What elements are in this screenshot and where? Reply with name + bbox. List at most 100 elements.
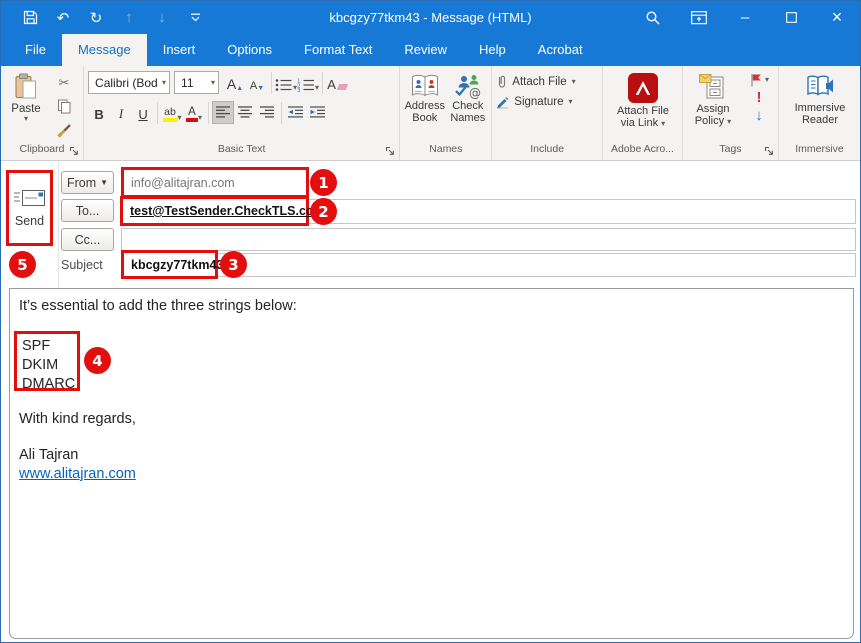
chevron-down-icon: ▾ [727, 117, 731, 126]
bold-icon: B [94, 107, 103, 122]
numbering-icon: 123 [297, 78, 315, 92]
window-title: kbcgzy77tkm43 - Message (HTML) [329, 10, 531, 25]
chevron-down-icon: ▾ [198, 114, 202, 122]
highlight-icon: ab [163, 107, 178, 122]
underline-button[interactable]: U [132, 101, 154, 124]
basic-text-group-label: Basic Text [84, 143, 399, 160]
check-names-button[interactable]: @ Check Names [447, 70, 488, 143]
tags-dialog-launcher[interactable] [764, 146, 775, 157]
bold-button[interactable]: B [88, 101, 110, 124]
tab-file[interactable]: File [9, 34, 62, 66]
immersive-reader-button[interactable]: Immersive Reader [785, 70, 855, 143]
customize-qat-button[interactable] [186, 7, 204, 29]
follow-up-flag-button[interactable]: ▾ [749, 73, 769, 87]
high-importance-button[interactable]: ! [756, 91, 761, 105]
tab-message[interactable]: Message [62, 34, 147, 66]
text-highlight-button[interactable]: ab ▾ [161, 101, 183, 124]
clipboard-group: Paste ▾ ✂ [1, 66, 84, 160]
cc-field[interactable] [121, 228, 856, 251]
attach-file-label: Attach File [512, 76, 566, 88]
svg-text:3: 3 [297, 88, 301, 92]
annotation-badge-1: 1 [310, 169, 337, 196]
to-button[interactable]: To... [61, 199, 114, 222]
paste-button[interactable]: Paste ▾ [5, 70, 47, 143]
save-button[interactable] [21, 7, 39, 29]
clear-formatting-button[interactable]: A [326, 71, 348, 94]
align-center-button[interactable] [234, 101, 256, 124]
message-body[interactable]: It’s essential to add the three strings … [9, 288, 854, 639]
tab-insert[interactable]: Insert [147, 34, 212, 66]
acrobat-icon [628, 73, 658, 103]
assign-policy-button[interactable]: Assign Policy ▾ [687, 70, 739, 143]
names-group-label: Names [400, 143, 491, 160]
basic-text-group: Calibri (Bod ▾ 11 ▾ A ▲ A ▼ [84, 66, 400, 160]
decrease-indent-icon [288, 106, 304, 118]
shrink-font-icon: A [250, 80, 257, 92]
signature-link[interactable]: www.alitajran.com [19, 466, 136, 482]
close-button[interactable]: × [814, 1, 860, 34]
decrease-indent-button[interactable] [285, 101, 307, 124]
search-button[interactable] [630, 1, 676, 34]
italic-icon: I [119, 106, 123, 122]
chevron-down-icon: ▾ [207, 79, 215, 87]
cut-button[interactable]: ✂ [51, 72, 77, 93]
from-field[interactable]: info@alitajran.com [121, 167, 309, 198]
attach-file-button[interactable]: Attach File ▾ [496, 74, 599, 89]
maximize-button[interactable] [768, 1, 814, 34]
svg-text:@: @ [469, 86, 481, 100]
numbering-button[interactable]: 123 ▾ [297, 71, 319, 94]
grow-font-icon: A [227, 76, 236, 92]
cc-button[interactable]: Cc... [61, 228, 114, 251]
low-importance-button[interactable]: ↓ [755, 109, 763, 123]
include-group-label: Include [492, 143, 602, 160]
basic-text-dialog-launcher[interactable] [385, 146, 396, 157]
tab-format-text[interactable]: Format Text [288, 34, 388, 66]
flag-icon [749, 73, 762, 87]
clipboard-paste-icon [14, 73, 38, 101]
redo-button[interactable]: ↻ [87, 7, 105, 29]
search-icon [645, 10, 661, 26]
format-painter-brush-icon [57, 123, 72, 138]
tab-acrobat[interactable]: Acrobat [522, 34, 599, 66]
assign-policy-label-2: Policy ▾ [695, 115, 731, 127]
shrink-font-button[interactable]: A ▼ [246, 71, 268, 94]
increase-indent-button[interactable] [307, 101, 329, 124]
to-button-label: To... [76, 204, 100, 218]
bullets-button[interactable]: ▾ [275, 71, 297, 94]
align-right-icon [260, 106, 275, 118]
font-color-icon: A [186, 107, 198, 122]
increase-indent-icon [310, 106, 326, 118]
font-name-combobox[interactable]: Calibri (Bod ▾ [88, 71, 170, 94]
minimize-button[interactable]: – [722, 1, 768, 34]
save-icon [23, 10, 38, 25]
format-painter-button[interactable] [51, 120, 77, 141]
address-book-button[interactable]: Address Book [404, 70, 445, 143]
copy-button[interactable] [51, 96, 77, 117]
attach-file-via-link-button[interactable]: Attach File via Link ▾ [607, 70, 679, 143]
clipboard-dialog-launcher[interactable] [69, 146, 80, 157]
minimize-icon: – [741, 9, 749, 26]
down-arrow-icon: ↓ [158, 9, 166, 26]
align-right-button[interactable] [256, 101, 278, 124]
ribbon-display-options-button[interactable] [676, 1, 722, 34]
cc-button-label: Cc... [75, 233, 101, 247]
signature-button[interactable]: Signature ▾ [496, 95, 599, 109]
tab-help[interactable]: Help [463, 34, 522, 66]
tab-review[interactable]: Review [388, 34, 463, 66]
tab-options[interactable]: Options [211, 34, 288, 66]
font-color-button[interactable]: A ▾ [183, 101, 205, 124]
next-item-button[interactable]: ↓ [153, 7, 171, 29]
from-dropdown-button[interactable]: From ▼ [61, 171, 114, 194]
eraser-icon [337, 84, 348, 90]
align-left-icon [216, 106, 231, 118]
previous-item-button[interactable]: ↑ [120, 7, 138, 29]
align-left-button[interactable] [212, 101, 234, 124]
body-closing-text: With kind regards, [19, 411, 136, 427]
send-button[interactable]: Send [13, 188, 47, 228]
immersive-reader-icon [805, 73, 835, 100]
grow-font-button[interactable]: A ▲ [224, 71, 246, 94]
paperclip-icon [496, 74, 507, 89]
italic-button[interactable]: I [110, 101, 132, 124]
font-size-combobox[interactable]: 11 ▾ [174, 71, 219, 94]
undo-button[interactable]: ↶ [54, 7, 72, 29]
